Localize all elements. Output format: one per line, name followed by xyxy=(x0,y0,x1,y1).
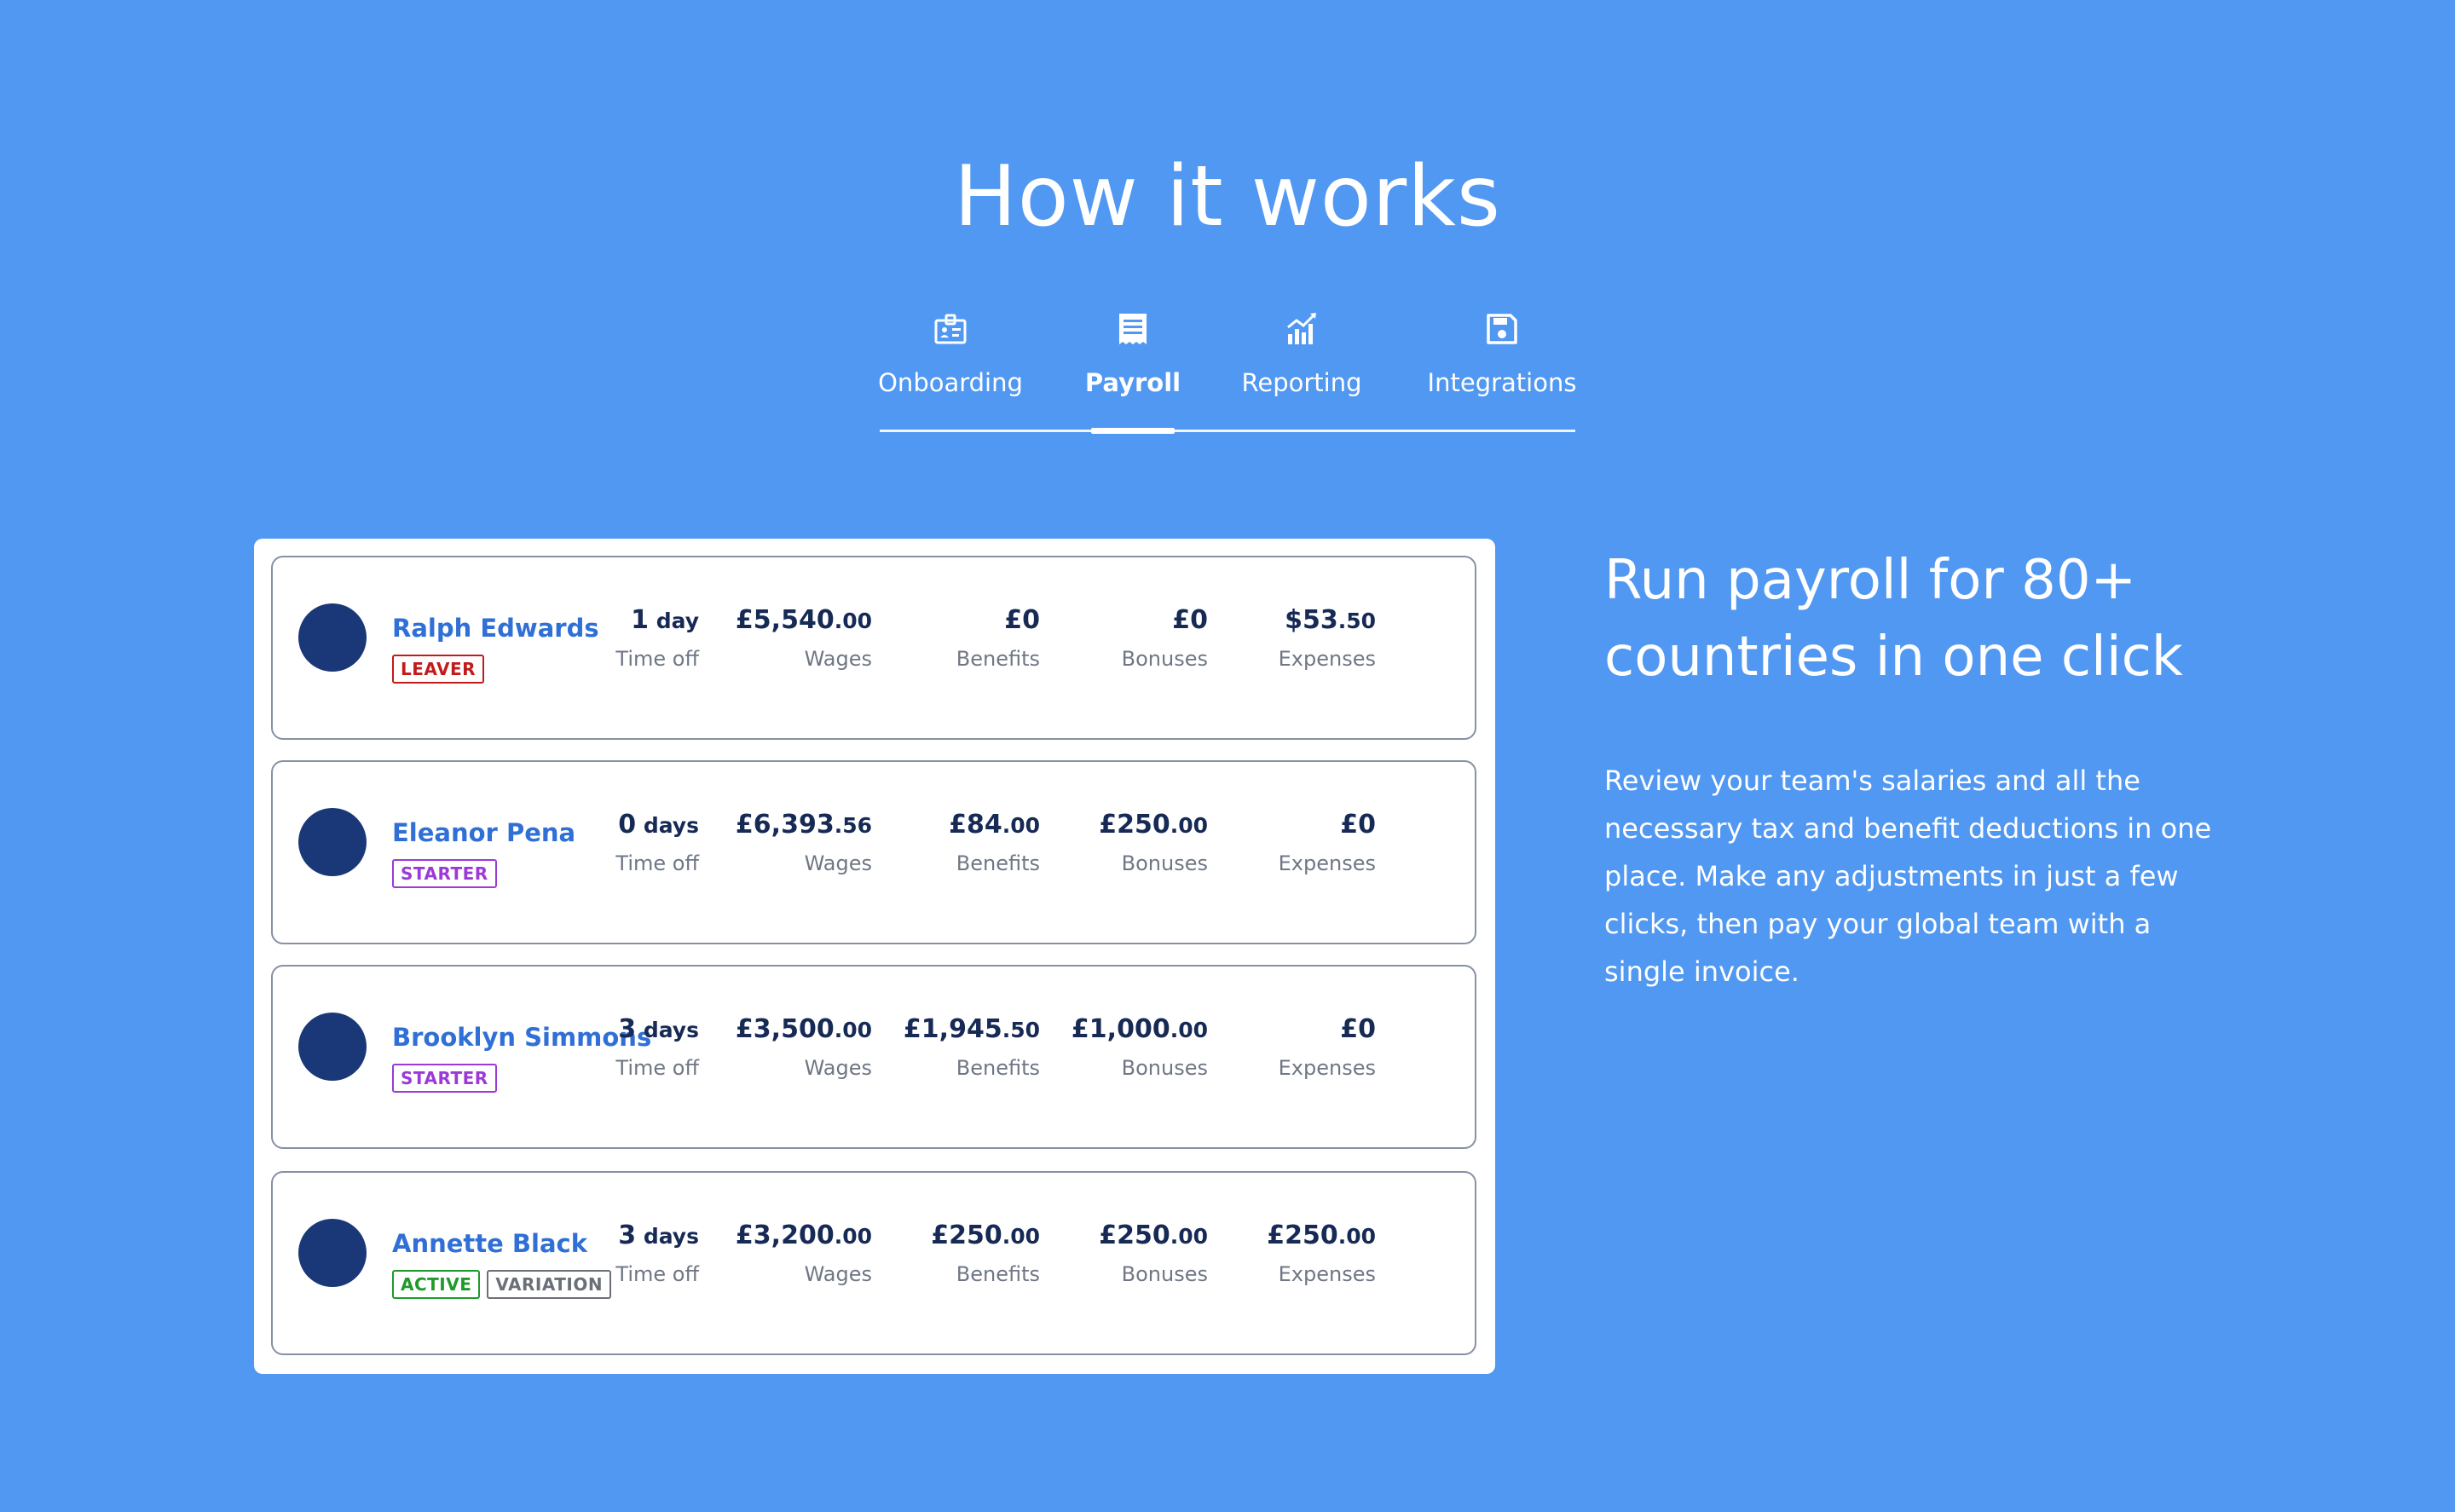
avatar xyxy=(298,1013,367,1081)
feature-tabs: Onboarding Payroll Reporting Integration… xyxy=(878,309,1577,434)
expenses-metric: £0 Expenses xyxy=(1214,810,1376,875)
benefits-metric: £250.00 Benefits xyxy=(878,1221,1040,1286)
avatar xyxy=(298,603,367,672)
time-off-metric: 3 days Time off xyxy=(537,1221,699,1286)
time-off-label: Time off xyxy=(615,1262,699,1286)
time-off-value: 3 days xyxy=(618,1014,699,1044)
benefits-value: £84.00 xyxy=(949,810,1040,840)
wages-label: Wages xyxy=(804,851,872,875)
time-off-label: Time off xyxy=(615,647,699,671)
tab-label: Integrations xyxy=(1427,368,1577,397)
time-off-label: Time off xyxy=(615,851,699,875)
expenses-metric: $53.50 Expenses xyxy=(1214,605,1376,671)
bonuses-value: £0 xyxy=(1172,605,1208,635)
expenses-label: Expenses xyxy=(1278,1262,1376,1286)
wages-label: Wages xyxy=(804,1056,872,1080)
benefits-value: £1,945.50 xyxy=(903,1014,1040,1044)
wages-metric: £3,200.00 Wages xyxy=(710,1221,872,1286)
expenses-metric: £250.00 Expenses xyxy=(1214,1221,1376,1286)
bonuses-metric: £250.00 Bonuses xyxy=(1046,1221,1208,1286)
status-badge: STARTER xyxy=(392,1064,497,1093)
bonuses-value: £1,000.00 xyxy=(1071,1014,1208,1044)
wages-metric: £3,500.00 Wages xyxy=(710,1014,872,1080)
expenses-value: £0 xyxy=(1340,1014,1376,1044)
wages-value: £3,500.00 xyxy=(735,1014,872,1044)
expenses-metric: £0 Expenses xyxy=(1214,1014,1376,1080)
status-badge: LEAVER xyxy=(392,655,485,684)
expenses-value: £250.00 xyxy=(1267,1221,1376,1250)
benefits-value: £0 xyxy=(1004,605,1040,635)
save-disk-icon xyxy=(1487,314,1517,344)
bonuses-metric: £250.00 Bonuses xyxy=(1046,810,1208,875)
bonuses-metric: £1,000.00 Bonuses xyxy=(1046,1014,1208,1080)
expenses-label: Expenses xyxy=(1278,851,1376,875)
time-off-metric: 0 days Time off xyxy=(537,810,699,875)
time-off-value: 3 days xyxy=(618,1221,699,1250)
time-off-value: 0 days xyxy=(618,810,699,840)
expenses-label: Expenses xyxy=(1278,647,1376,671)
badge-group: STARTER xyxy=(392,859,497,888)
tab-label: Reporting xyxy=(1241,368,1362,397)
benefits-label: Benefits xyxy=(956,1262,1040,1286)
benefits-value: £250.00 xyxy=(931,1221,1040,1250)
wages-label: Wages xyxy=(804,1262,872,1286)
wages-value: £3,200.00 xyxy=(735,1221,872,1250)
badge-group: LEAVER xyxy=(392,655,485,684)
time-off-metric: 3 days Time off xyxy=(537,1014,699,1080)
feature-heading: Run payroll for 80+ countries in one cli… xyxy=(1604,549,2183,689)
benefits-metric: £84.00 Benefits xyxy=(878,810,1040,875)
bonuses-metric: £0 Bonuses xyxy=(1046,605,1208,671)
document-list-icon xyxy=(1119,314,1147,344)
bar-chart-icon xyxy=(1287,313,1316,344)
expenses-value: £0 xyxy=(1340,810,1376,840)
wages-label: Wages xyxy=(804,647,872,671)
payroll-row[interactable]: Brooklyn Simmons STARTER 3 days Time off £3,… xyxy=(271,965,1476,1149)
benefits-label: Benefits xyxy=(956,1056,1040,1080)
payroll-row[interactable]: Annette Black ACTIVE VARIATION 3 days Time o… xyxy=(271,1171,1476,1355)
payroll-row[interactable]: Ralph Edwards LEAVER 1 day Time off £5,540.0… xyxy=(271,556,1476,740)
feature-description: Run payroll for 80+ countries in one cli… xyxy=(1604,542,2218,995)
benefits-label: Benefits xyxy=(956,647,1040,671)
tab-onboarding[interactable]: Onboarding xyxy=(878,309,1023,430)
wages-metric: £6,393.56 Wages xyxy=(710,810,872,875)
time-off-label: Time off xyxy=(615,1056,699,1080)
tab-reporting[interactable]: Reporting xyxy=(1241,309,1362,430)
bonuses-label: Bonuses xyxy=(1121,851,1208,875)
bonuses-label: Bonuses xyxy=(1121,1056,1208,1080)
wages-value: £6,393.56 xyxy=(735,810,872,840)
tab-label: Onboarding xyxy=(878,368,1023,397)
status-badge: STARTER xyxy=(392,859,497,888)
avatar xyxy=(298,808,367,876)
feature-body: Review your team's salaries and all the … xyxy=(1604,765,2212,988)
section-title: How it works xyxy=(954,148,1501,245)
bonuses-label: Bonuses xyxy=(1121,1262,1208,1286)
bonuses-label: Bonuses xyxy=(1121,647,1208,671)
time-off-metric: 1 day Time off xyxy=(537,605,699,671)
avatar xyxy=(298,1219,367,1287)
badge-group: STARTER xyxy=(392,1064,497,1093)
status-badge: ACTIVE xyxy=(392,1270,481,1299)
payroll-row[interactable]: Eleanor Pena STARTER 0 days Time off £6,393.… xyxy=(271,760,1476,944)
time-off-value: 1 day xyxy=(631,605,699,635)
bonuses-value: £250.00 xyxy=(1099,810,1208,840)
benefits-metric: £1,945.50 Benefits xyxy=(878,1014,1040,1080)
benefits-label: Benefits xyxy=(956,851,1040,875)
id-badge-icon xyxy=(934,314,967,344)
tab-payroll[interactable]: Payroll xyxy=(1085,309,1181,434)
tab-integrations[interactable]: Integrations xyxy=(1427,309,1577,430)
bonuses-value: £250.00 xyxy=(1099,1221,1208,1250)
wages-value: £5,540.00 xyxy=(735,605,872,635)
expenses-label: Expenses xyxy=(1278,1056,1376,1080)
expenses-value: $53.50 xyxy=(1285,605,1376,635)
payroll-card: Ralph Edwards LEAVER 1 day Time off £5,540.0… xyxy=(254,539,1495,1374)
tab-label: Payroll xyxy=(1084,368,1181,397)
wages-metric: £5,540.00 Wages xyxy=(710,605,872,671)
benefits-metric: £0 Benefits xyxy=(878,605,1040,671)
